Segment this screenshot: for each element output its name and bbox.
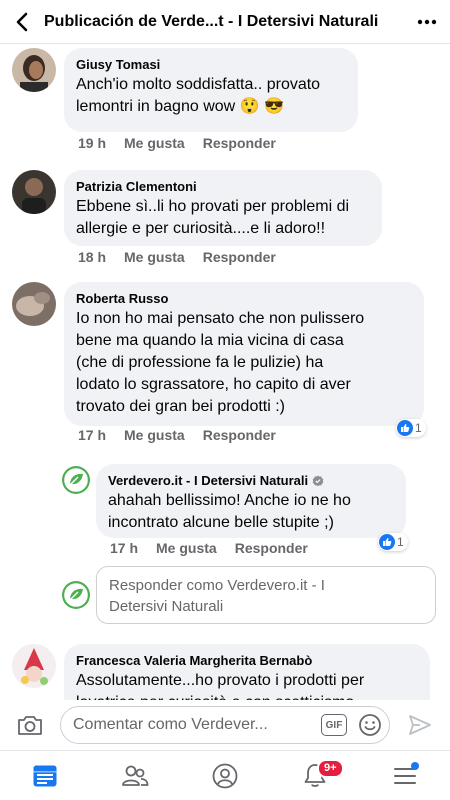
verified-icon (312, 475, 324, 487)
comment-bubble[interactable]: Patrizia Clementoni Ebbene sì..li ho pro… (64, 170, 382, 246)
comment-author[interactable]: Roberta Russo (76, 290, 412, 308)
send-icon (409, 715, 431, 735)
comment-input[interactable]: Comentar como Verdever... GIF (60, 706, 390, 744)
comment-text-line: lavatrice per curiosità e con scetticism… (76, 692, 418, 700)
friends-icon (122, 765, 149, 786)
comment-composer: Comentar como Verdever... GIF (0, 700, 450, 750)
avatar[interactable] (62, 466, 90, 494)
page-title: Publicación de Verde...t - I Detersivi N… (44, 12, 379, 30)
comment-time: 19 h (78, 135, 107, 151)
nav-friends[interactable] (90, 751, 180, 800)
like-button[interactable]: Me gusta (124, 249, 185, 265)
bottom-nav: 9+ (0, 750, 450, 800)
nav-menu[interactable] (360, 751, 450, 800)
comment-author[interactable]: Patrizia Clementoni (76, 178, 370, 196)
comment-text-line: lodato lo sgrassatore, ho capito di aver (76, 376, 351, 393)
comment-bubble[interactable]: Francesca Valeria Margherita Bernabò Ass… (64, 644, 430, 700)
comment-author[interactable]: Francesca Valeria Margherita Bernabò (76, 652, 418, 670)
like-button[interactable]: Me gusta (156, 540, 217, 556)
nav-notifications[interactable]: 9+ (270, 751, 360, 800)
reply-button[interactable]: Responder (203, 249, 276, 265)
reply-comment: Verdevero.it - I Detersivi Naturali ahah… (62, 464, 406, 538)
avatar[interactable] (12, 282, 56, 326)
comment-text-line: ahahah bellissimo! Anche io ne ho (108, 492, 351, 509)
nav-feed[interactable] (0, 751, 90, 800)
reply-box-line: Detersivi Naturali (109, 598, 224, 615)
gif-icon[interactable]: GIF (321, 714, 347, 736)
reaction-count[interactable]: 1 (396, 419, 426, 437)
comments-feed[interactable]: Giusy Tomasi Anch'io molto soddisfatta..… (0, 44, 450, 700)
back-button[interactable] (0, 0, 44, 44)
more-button[interactable] (404, 0, 450, 44)
camera-button[interactable] (0, 700, 60, 750)
reply-as-page-input[interactable]: Responder como Verdevero.it - I Detersiv… (96, 566, 436, 624)
like-button[interactable]: Me gusta (124, 427, 185, 443)
comment-text-line: (che di professione fa le pulizie) ha (76, 354, 324, 371)
reply-button[interactable]: Responder (203, 135, 276, 151)
comment-text-line: Assolutamente...ho provato i prodotti pe… (76, 672, 365, 689)
comment-text-line: trovato dei gran bei prodotti :) (76, 398, 286, 415)
like-icon (379, 534, 395, 550)
comment-time: 18 h (78, 249, 107, 265)
comment-actions: 17 h Me gusta Responder (78, 427, 276, 443)
page-avatar (62, 581, 90, 609)
comment-bubble[interactable]: Verdevero.it - I Detersivi Naturali ahah… (96, 464, 406, 538)
menu-indicator-dot (411, 762, 419, 770)
avatar[interactable] (12, 48, 56, 92)
comment-time: 17 h (78, 427, 107, 443)
comment-text-line: incontrato alcune belle stupite ;) (108, 514, 334, 531)
comment: Francesca Valeria Margherita Bernabò Ass… (12, 644, 430, 700)
comment-actions: 19 h Me gusta Responder (78, 135, 276, 151)
comment-author[interactable]: Giusy Tomasi (76, 56, 346, 74)
top-bar: Publicación de Verde...t - I Detersivi N… (0, 0, 450, 44)
comment-text-line: allergie e per curiosità....e li adoro!! (76, 220, 326, 237)
camera-icon (18, 716, 42, 735)
more-icon (417, 19, 437, 24)
like-button[interactable]: Me gusta (124, 135, 185, 151)
send-button[interactable] (390, 700, 450, 750)
like-icon (397, 420, 413, 436)
avatar[interactable] (12, 644, 56, 688)
comment-author[interactable]: Verdevero.it - I Detersivi Naturali (108, 472, 308, 490)
comment-input-placeholder: Comentar como Verdever... (73, 716, 268, 733)
notification-badge: 9+ (317, 759, 344, 778)
comment-actions: 17 h Me gusta Responder (110, 540, 308, 556)
comment-text-line: bene ma quando la mia vicina di casa (76, 332, 344, 349)
comment-text-line: lemontri in bagno wow 😲 😎 (76, 98, 284, 115)
back-arrow-icon (16, 12, 28, 31)
comment-actions: 18 h Me gusta Responder (78, 249, 276, 265)
feed-icon (33, 765, 57, 786)
comment: Roberta Russo Io non ho mai pensato che … (12, 282, 424, 426)
comment-text-line: Ebbene sì..li ho provati per problemi di (76, 198, 350, 215)
comment: Patrizia Clementoni Ebbene sì..li ho pro… (12, 170, 382, 246)
reply-button[interactable]: Responder (203, 427, 276, 443)
comment: Giusy Tomasi Anch'io molto soddisfatta..… (12, 48, 358, 132)
nav-profile[interactable] (180, 751, 270, 800)
profile-icon (212, 763, 238, 788)
reply-box-line: Responder como Verdevero.it - I (109, 577, 325, 594)
comment-text-line: Anch'io molto soddisfatta.. provato (76, 76, 321, 93)
avatar[interactable] (12, 170, 56, 214)
comment-bubble[interactable]: Giusy Tomasi Anch'io molto soddisfatta..… (64, 48, 358, 132)
comment-bubble[interactable]: Roberta Russo Io non ho mai pensato che … (64, 282, 424, 426)
reaction-number: 1 (397, 535, 404, 549)
comment-text-line: Io non ho mai pensato che non pulissero (76, 310, 365, 327)
emoji-icon (359, 714, 381, 736)
reaction-count[interactable]: 1 (378, 533, 408, 551)
comment-time: 17 h (110, 540, 139, 556)
emoji-button[interactable] (357, 712, 383, 738)
reaction-number: 1 (415, 421, 422, 435)
reply-button[interactable]: Responder (235, 540, 308, 556)
